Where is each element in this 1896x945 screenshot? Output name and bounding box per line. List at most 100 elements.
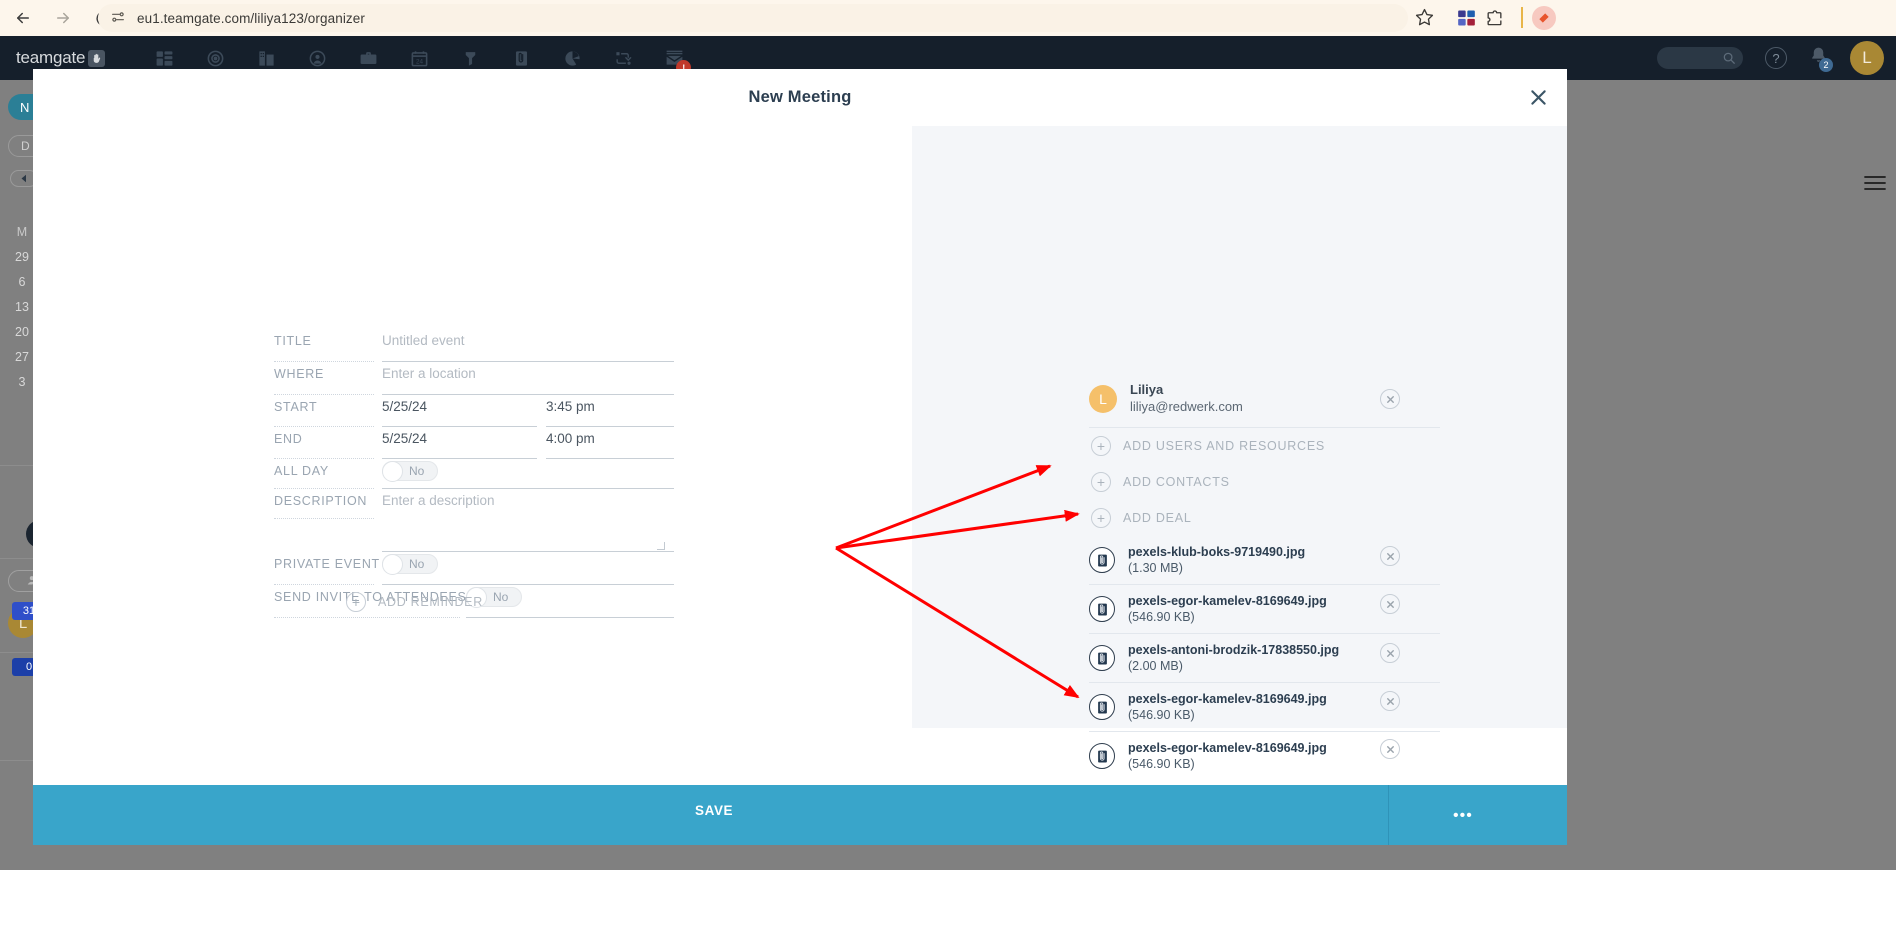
remove-file-button[interactable]: [1380, 691, 1400, 711]
all-day-toggle-value: No: [409, 464, 425, 478]
private-event-toggle[interactable]: No: [382, 554, 438, 575]
file-size: (2.00 MB): [1128, 659, 1183, 673]
file-size: (546.90 KB): [1128, 757, 1195, 771]
private-event-toggle-value: No: [409, 557, 425, 571]
form-row-description: DESCRIPTION Enter a description: [274, 489, 674, 552]
add-users-and-resources-button[interactable]: + ADD USERS AND RESOURCES: [1089, 428, 1440, 464]
form-row-end: END 5/25/24 4:00 pm: [274, 427, 674, 459]
hamburger-icon[interactable]: [1864, 175, 1886, 196]
save-button[interactable]: SAVE: [695, 803, 733, 818]
description-input[interactable]: Enter a description: [382, 493, 495, 508]
start-date-input[interactable]: 5/25/24: [382, 399, 427, 414]
where-label: WHERE: [274, 367, 325, 381]
url-text: eu1.teamgate.com/liliya123/organizer: [137, 10, 365, 26]
browser-toolbar: eu1.teamgate.com/liliya123/organizer: [0, 0, 1896, 36]
description-label: DESCRIPTION: [274, 494, 368, 508]
file-name: pexels-egor-kamelev-8169649.jpg: [1128, 594, 1327, 608]
end-label: END: [274, 432, 303, 446]
all-day-label: ALL DAY: [274, 464, 329, 478]
end-time-input[interactable]: 4:00 pm: [546, 431, 595, 446]
page-title: New Meeting: [748, 88, 852, 106]
form-rows: TITLE Untitled event WHERE Enter a locat…: [274, 329, 674, 618]
remove-file-button[interactable]: [1380, 594, 1400, 614]
avatar[interactable]: L: [1850, 41, 1884, 75]
back-icon[interactable]: [6, 1, 40, 35]
new-meeting-modal: New Meeting TITLE Untitled event WHERE E…: [33, 69, 1567, 785]
modal-footer: SAVE •••: [33, 785, 1567, 845]
notification-badge: 2: [1819, 58, 1833, 72]
add-deal-label: ADD DEAL: [1123, 511, 1192, 525]
hand-logo-icon: [88, 49, 106, 67]
address-bar[interactable]: eu1.teamgate.com/liliya123/organizer: [98, 4, 1408, 32]
nav-right-group: ? 2 L: [1657, 36, 1896, 80]
start-time-input[interactable]: 3:45 pm: [546, 399, 595, 414]
form-row-title: TITLE Untitled event: [274, 329, 674, 362]
attachment-icon: [1089, 547, 1115, 573]
teamgate-logo[interactable]: teamgate: [16, 48, 106, 68]
toolbar-divider: [1521, 7, 1523, 28]
avatar: L: [1089, 384, 1117, 413]
attachment-icon: [1089, 743, 1115, 769]
add-users-label: ADD USERS AND RESOURCES: [1123, 439, 1326, 453]
site-settings-icon[interactable]: [110, 9, 128, 27]
puzzle-icon[interactable]: [1485, 8, 1505, 28]
form-row-start: START 5/25/24 3:45 pm: [274, 395, 674, 427]
notifications-button[interactable]: 2: [1809, 46, 1833, 72]
attendee-email: liliya@redwerk.com: [1130, 399, 1243, 414]
title-label: TITLE: [274, 334, 312, 348]
title-input[interactable]: Untitled event: [382, 333, 465, 348]
plus-circle-icon: +: [1091, 472, 1111, 492]
private-event-label: PRIVATE EVENT: [274, 557, 380, 571]
add-contacts-button[interactable]: + ADD CONTACTS: [1089, 464, 1440, 500]
svg-text:24: 24: [416, 58, 424, 65]
toggle-knob: [382, 554, 403, 575]
attachment-icon: [1089, 645, 1115, 671]
file-name: pexels-antoni-brodzik-17838550.jpg: [1128, 643, 1340, 657]
end-date-input[interactable]: 5/25/24: [382, 431, 427, 446]
form-row-where: WHERE Enter a location: [274, 362, 674, 395]
star-icon[interactable]: [1415, 8, 1435, 28]
meeting-form: TITLE Untitled event WHERE Enter a locat…: [33, 126, 912, 728]
profile-avatar-icon[interactable]: [1532, 6, 1556, 30]
resize-handle-icon[interactable]: [657, 542, 665, 550]
modal-header: New Meeting: [33, 69, 1567, 126]
close-icon[interactable]: [1527, 87, 1549, 109]
modal-body: TITLE Untitled event WHERE Enter a locat…: [33, 126, 1567, 771]
form-row-all-day: ALL DAY No: [274, 459, 674, 489]
attendee-and-attachments: L Liliya liliya@redwerk.com + ADD USERS …: [1089, 382, 1440, 780]
file-name: pexels-egor-kamelev-8169649.jpg: [1128, 692, 1327, 706]
form-row-private-event: PRIVATE EVENT No: [274, 552, 674, 585]
all-day-toggle[interactable]: No: [382, 461, 438, 482]
file-name: pexels-egor-kamelev-8169649.jpg: [1128, 741, 1327, 755]
forward-icon[interactable]: [46, 1, 80, 35]
tab-search-icon[interactable]: [1456, 8, 1477, 28]
search-input[interactable]: [1657, 47, 1743, 69]
remove-file-button[interactable]: [1380, 739, 1400, 759]
search-icon: [1723, 52, 1735, 64]
remove-attendee-button[interactable]: [1380, 389, 1400, 409]
brand-name: teamgate: [16, 48, 86, 67]
remove-file-button[interactable]: [1380, 643, 1400, 663]
plus-circle-icon: +: [346, 592, 366, 612]
add-deal-button[interactable]: + ADD DEAL: [1089, 500, 1440, 536]
send-invite-toggle-value: No: [493, 590, 509, 604]
attendee-name: Liliya: [1130, 382, 1164, 397]
more-options-button[interactable]: •••: [1453, 807, 1473, 825]
add-reminder-button[interactable]: + ADD REMINDER: [346, 592, 483, 612]
toggle-knob: [382, 461, 403, 482]
file-size: (546.90 KB): [1128, 708, 1195, 722]
plus-circle-icon: +: [1091, 508, 1111, 528]
add-contacts-label: ADD CONTACTS: [1123, 475, 1230, 489]
add-reminder-label: ADD REMINDER: [378, 595, 483, 609]
attachment-icon: [1089, 694, 1115, 720]
start-label: START: [274, 400, 318, 414]
file-size: (546.90 KB): [1128, 610, 1195, 624]
meeting-side-panel: L Liliya liliya@redwerk.com + ADD USERS …: [912, 126, 1567, 771]
divider: [1388, 785, 1389, 845]
remove-file-button[interactable]: [1380, 546, 1400, 566]
file-name: pexels-klub-boks-9719490.jpg: [1128, 545, 1306, 559]
file-size: (1.30 MB): [1128, 561, 1183, 575]
attachment-icon: [1089, 596, 1115, 622]
location-input[interactable]: Enter a location: [382, 366, 476, 381]
help-button[interactable]: ?: [1765, 47, 1787, 69]
